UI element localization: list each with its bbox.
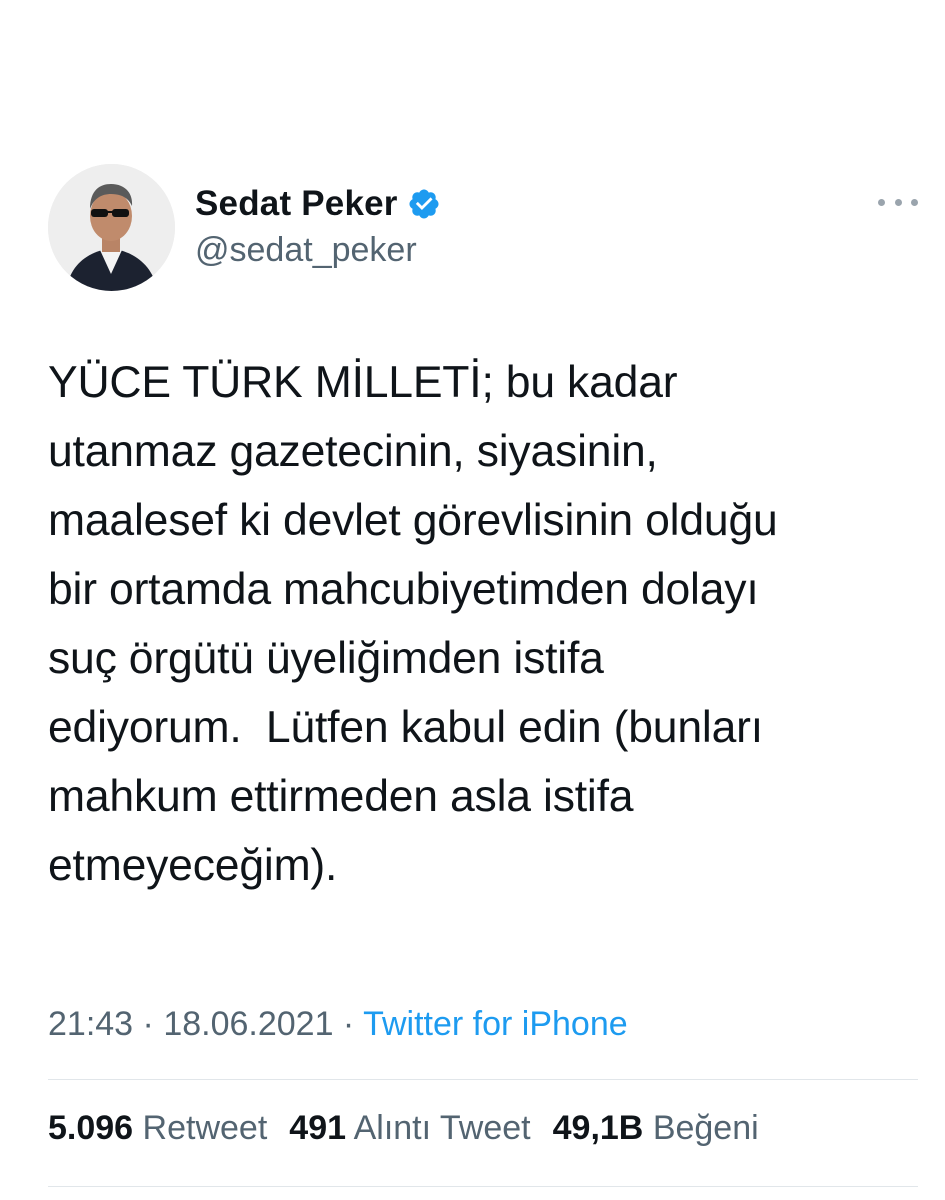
like-stat[interactable]: 49,1B Beğeni bbox=[553, 1109, 759, 1148]
more-horizontal-icon[interactable] bbox=[878, 190, 918, 214]
quote-label: Alıntı Tweet bbox=[353, 1109, 531, 1147]
tweet-text-line: mahkum ettirmeden asla istifa bbox=[48, 772, 634, 821]
divider bbox=[48, 1079, 918, 1080]
more-dot bbox=[894, 198, 902, 206]
tweet-date[interactable]: 18.06.2021 bbox=[163, 1005, 333, 1043]
meta-separator: · bbox=[333, 1005, 364, 1043]
like-count: 49,1B bbox=[552, 1109, 644, 1147]
tweet-text-line: suç örgütü üyeliğimden istifa bbox=[48, 634, 604, 683]
user-handle[interactable]: @sedat_peker bbox=[195, 231, 417, 270]
verified-badge-icon bbox=[407, 187, 441, 221]
like-label: Beğeni bbox=[652, 1109, 759, 1147]
tweet-text-line: ediyorum. Lütfen kabul edin (bunları bbox=[48, 703, 763, 752]
tweet-stats: 5.096 Retweet 491 Alıntı Tweet 49,1B Beğ… bbox=[48, 1109, 781, 1148]
divider bbox=[48, 1186, 918, 1187]
quote-count: 491 bbox=[289, 1109, 347, 1147]
tweet-meta: 21:43 · 18.06.2021 · Twitter for iPhone bbox=[48, 1005, 628, 1044]
retweet-count: 5.096 bbox=[48, 1109, 134, 1147]
meta-separator: · bbox=[133, 1005, 164, 1043]
display-name[interactable]: Sedat Peker bbox=[195, 184, 398, 224]
tweet-text: YÜCE TÜRK MİLLETİ; bu kadar utanmaz gaze… bbox=[48, 348, 908, 900]
profile-photo-icon bbox=[48, 164, 175, 291]
tweet-text-line: bir ortamda mahcubiyetimden dolayı bbox=[48, 565, 759, 614]
more-dot bbox=[911, 198, 918, 206]
retweet-stat[interactable]: 5.096 Retweet bbox=[48, 1109, 267, 1148]
user-name-row: Sedat Peker bbox=[195, 182, 441, 226]
avatar[interactable] bbox=[48, 164, 175, 291]
more-dot bbox=[878, 198, 885, 206]
tweet-source-link[interactable]: Twitter for iPhone bbox=[363, 1005, 628, 1043]
quote-tweet-stat[interactable]: 491 Alıntı Tweet bbox=[289, 1109, 530, 1148]
tweet-text-line: maalesef ki devlet görevlisinin olduğu bbox=[48, 496, 778, 545]
retweet-label: Retweet bbox=[142, 1109, 268, 1147]
tweet-text-line: YÜCE TÜRK MİLLETİ; bu kadar bbox=[48, 358, 678, 407]
tweet-text-line: etmeyeceğim). bbox=[48, 841, 338, 890]
tweet-card: Sedat Peker @sedat_peker YÜCE TÜRK MİLLE… bbox=[0, 0, 945, 1200]
tweet-text-line: utanmaz gazetecinin, siyasinin, bbox=[48, 427, 658, 476]
tweet-time[interactable]: 21:43 bbox=[48, 1005, 133, 1043]
